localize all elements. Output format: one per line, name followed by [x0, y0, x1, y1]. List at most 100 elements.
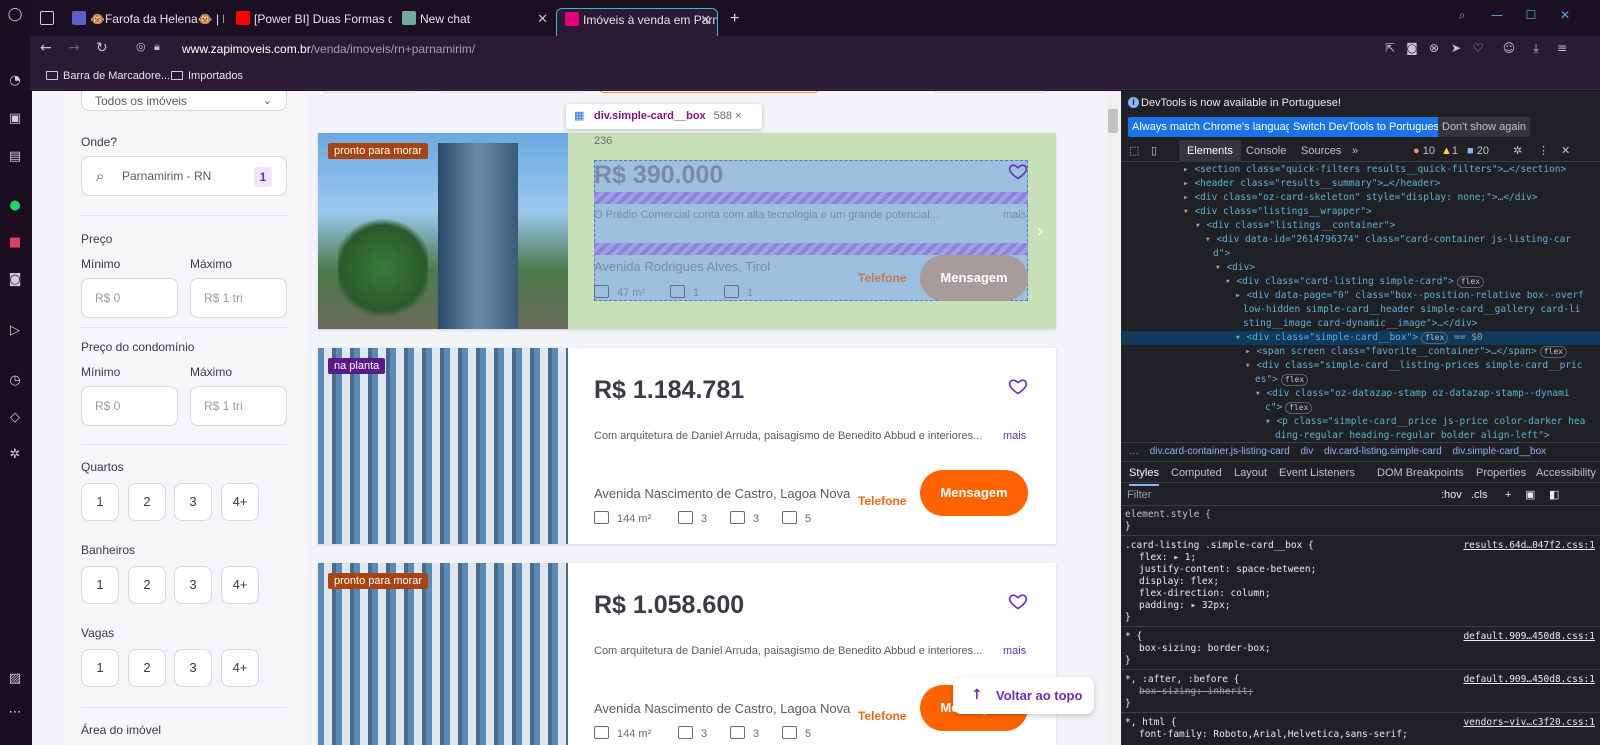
css-source-link[interactable]: default.909…450d8.css:1 [1463, 631, 1595, 643]
back-icon[interactable]: ← [40, 40, 52, 56]
more-icon[interactable]: ⋯ [6, 704, 24, 722]
tab-styles[interactable]: Styles [1129, 462, 1159, 486]
bathrooms-chip-2[interactable]: 2 [128, 566, 166, 604]
listing-card[interactable]: na planta › R$ 1.184.781 Com arquitetura… [318, 348, 1056, 544]
message-button[interactable]: Mensagem [920, 470, 1028, 516]
parking-chip-1[interactable]: 1 [81, 649, 119, 687]
phone-button[interactable]: Telefone [858, 494, 906, 508]
bedrooms-chip-3[interactable]: 3 [174, 483, 212, 521]
css-property[interactable]: font-family: Roboto,Arial,Helvetica,sans… [1125, 729, 1595, 741]
dom-line[interactable]: ▾ <div class="oz-datazap-stamp oz-dataza… [1121, 387, 1600, 401]
minimize-icon[interactable]: — [1490, 8, 1504, 22]
scrollbar-thumb[interactable] [1108, 109, 1118, 133]
tab-console[interactable]: Console [1246, 140, 1286, 162]
dont-show-again-button[interactable]: Don't show again [1438, 117, 1531, 137]
tab-properties[interactable]: Properties [1476, 462, 1526, 484]
dom-line[interactable]: ▸ <span screen class="favorite__containe… [1121, 345, 1600, 359]
page-scrollbar[interactable] [1106, 91, 1120, 745]
dom-line-selected[interactable]: ▾ <div class="simple-card__box"> flex == … [1121, 331, 1600, 346]
top-filter-pill[interactable] [321, 91, 419, 93]
devtools-menu-icon[interactable]: ⋮ [1538, 140, 1549, 162]
discord-icon[interactable]: ◙ [6, 271, 24, 289]
bookmark-folder[interactable]: Barra de Marcadore... [46, 70, 170, 82]
warning-count[interactable]: ▲1 [1441, 140, 1458, 162]
tab-computed[interactable]: Computed [1171, 462, 1222, 484]
device-toolbar-icon[interactable]: ▯ [1151, 140, 1157, 162]
bathrooms-chip-1[interactable]: 1 [81, 566, 119, 604]
dom-line[interactable]: ▸ <div class="oz-card-skeleton" style="d… [1121, 191, 1600, 205]
dom-line[interactable]: ▾ <div> [1121, 261, 1600, 275]
message-count[interactable]: ■ 20 [1467, 140, 1489, 162]
tab-accessibility[interactable]: Accessibility [1536, 462, 1596, 484]
flex-badge[interactable]: flex [1285, 402, 1313, 414]
css-property[interactable]: display: flex; [1125, 576, 1595, 588]
condo-max-input[interactable]: R$ 1 tri [190, 386, 287, 426]
bathrooms-chip-4plus[interactable]: 4+ [221, 566, 259, 604]
dom-line[interactable]: ▾ <div class="simple-card__listing-price… [1121, 359, 1600, 373]
close-tab-icon[interactable]: ✕ [537, 8, 548, 30]
tab-zapimoveis[interactable]: Imóveis à venda em Parnam ✕ [556, 8, 718, 36]
listing-card[interactable]: pronto para morar › R$ 1.058.600 Com arq… [318, 563, 1056, 745]
listing-photo[interactable] [318, 563, 568, 745]
inspect-element-icon[interactable]: ⬚ [1129, 140, 1139, 162]
vpn-icon[interactable]: ◎ [136, 40, 146, 53]
flex-badge[interactable]: flex [1421, 332, 1449, 344]
dom-line[interactable]: ▸ <div data-page="0" class="box--positio… [1121, 289, 1600, 303]
css-property[interactable]: padding: ▸ 32px; [1125, 600, 1595, 612]
send-icon[interactable]: ➤ [1449, 41, 1463, 55]
more-link[interactable]: mais [1003, 209, 1026, 221]
dom-line[interactable]: ▾ <div class="listings__container"> [1121, 219, 1600, 233]
tab-gx[interactable] [32, 8, 62, 36]
profile-icon[interactable]: ☺ [1502, 41, 1516, 55]
flex-badge[interactable]: flex [1280, 374, 1309, 386]
dom-line[interactable]: ▾ <div class="card-listing simple-card">… [1121, 275, 1600, 289]
aria-icon[interactable]: ▤ [6, 148, 24, 166]
favorite-heart-icon[interactable] [1008, 591, 1028, 611]
breadcrumb-item[interactable]: div.card-listing.simple-card [1324, 446, 1442, 457]
whatsapp-icon[interactable]: ● [6, 197, 24, 215]
shopping-bag-icon[interactable]: ▣ [6, 110, 24, 128]
speed-dial-icon[interactable]: ◔ [6, 72, 24, 90]
breadcrumb-item[interactable]: div.simple-card__box [1452, 446, 1546, 457]
phone-button[interactable]: Telefone [858, 709, 906, 723]
history-icon[interactable]: ◷ [6, 372, 24, 390]
download-icon[interactable]: ⤓ [1529, 41, 1543, 55]
share-icon[interactable]: ⇱ [1383, 41, 1397, 55]
sidebar-toggle-icon[interactable]: ◧ [1549, 484, 1559, 506]
more-link[interactable]: mais [1003, 645, 1026, 657]
reload-icon[interactable]: ↻ [96, 40, 108, 56]
css-property[interactable]: flex: ▸ 1; [1125, 552, 1595, 564]
breadcrumb-item[interactable]: div.card-container.js-listing-card [1150, 446, 1290, 457]
maximize-icon[interactable]: ☐ [1524, 8, 1538, 22]
breadcrumb-item[interactable]: div [1300, 446, 1313, 457]
css-property[interactable]: flex-direction: column; [1125, 588, 1595, 600]
dom-line[interactable]: ▸ <header class="results__summary">…</he… [1121, 177, 1600, 191]
tab-teams[interactable]: 🐵Farofa da Helena🐵 | M [64, 8, 224, 36]
class-toggle[interactable]: .cls [1471, 484, 1488, 506]
tab-event-listeners[interactable]: Event Listeners [1279, 462, 1355, 484]
tab-youtube[interactable]: [Power BI] Duas Formas de [228, 8, 392, 36]
new-rule-icon[interactable]: + [1505, 484, 1511, 506]
tab-chatgpt[interactable]: New chat ✕ [394, 8, 554, 36]
bedrooms-chip-2[interactable]: 2 [128, 483, 166, 521]
listing-photo[interactable] [318, 348, 568, 544]
tab-layout[interactable]: Layout [1234, 462, 1267, 484]
location-input[interactable]: ⌕ Parnamirim - RN 1 [81, 156, 287, 196]
more-tabs-icon[interactable]: » [1352, 140, 1358, 162]
dom-line[interactable]: ▸ <section class="quick-filters results_… [1121, 163, 1600, 177]
close-tab-icon[interactable]: ✕ [700, 9, 711, 31]
top-filter-pill[interactable] [437, 91, 587, 93]
new-tab-button[interactable]: + [722, 8, 742, 36]
dom-line[interactable]: ▾ <div class="listings__wrapper"> [1121, 205, 1600, 219]
parking-chip-4plus[interactable]: 4+ [221, 649, 259, 687]
dom-line[interactable]: ▾ <p class="simple-card__price js-price … [1121, 415, 1600, 429]
forward-icon[interactable]: → [68, 40, 80, 56]
tab-dom-breakpoints[interactable]: DOM Breakpoints [1377, 462, 1464, 484]
top-filter-pill[interactable] [932, 91, 1050, 93]
listing-card[interactable]: pronto para morar › R$ 390.000 O Prédio … [318, 133, 1056, 329]
property-type-select[interactable]: Todos os imóveis ⌄ [81, 91, 287, 111]
css-source-link[interactable]: default.909…450d8.css:1 [1463, 674, 1595, 686]
css-source-link[interactable]: results.64d…047f2.css:1 [1463, 540, 1595, 552]
adblock-icon[interactable]: ⊗ [1427, 41, 1441, 55]
price-max-input[interactable]: R$ 1 tri [190, 278, 287, 318]
